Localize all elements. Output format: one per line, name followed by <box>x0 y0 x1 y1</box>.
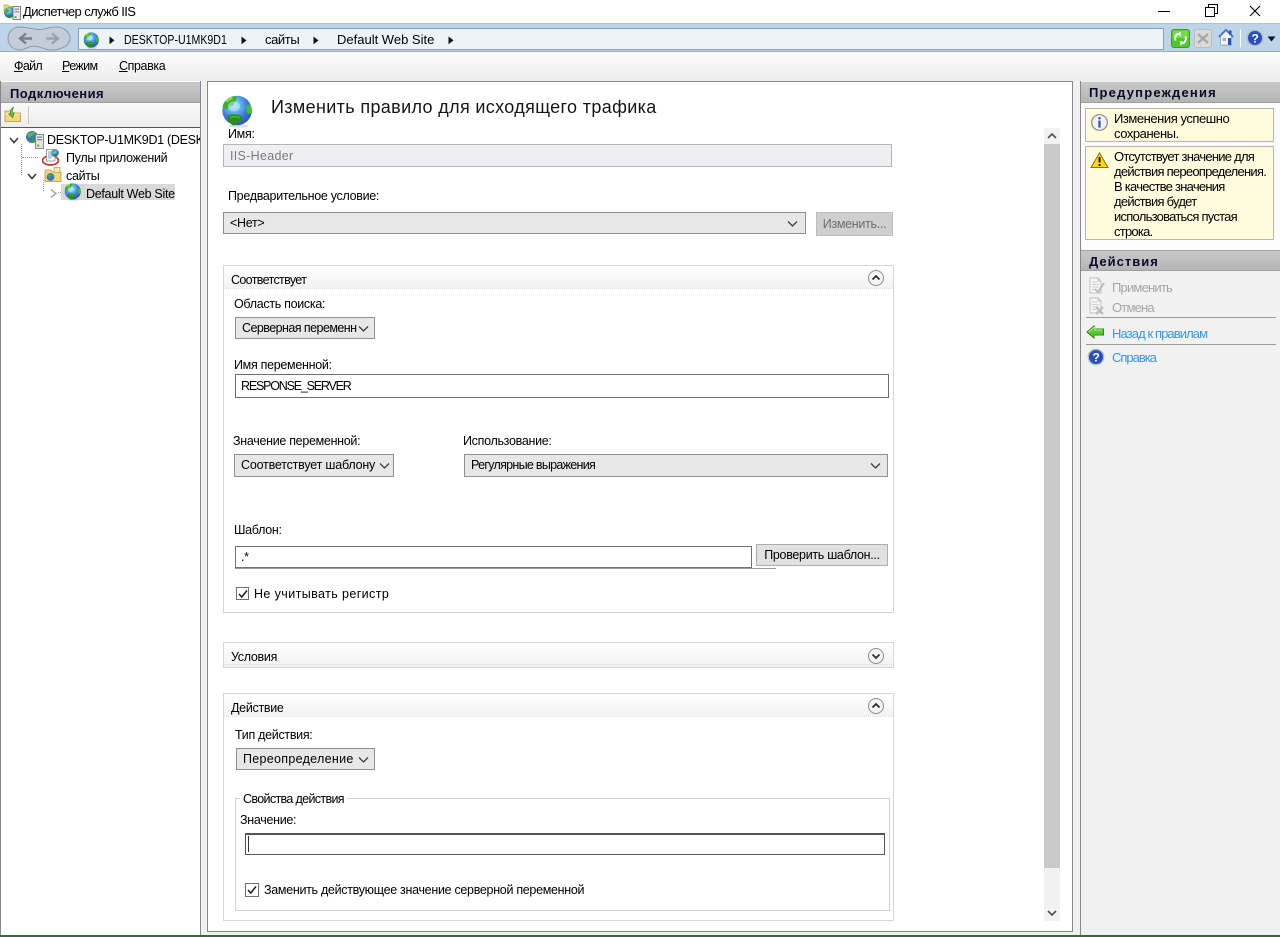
svg-text:?: ? <box>1092 350 1099 364</box>
svg-text:?: ? <box>1251 31 1258 45</box>
